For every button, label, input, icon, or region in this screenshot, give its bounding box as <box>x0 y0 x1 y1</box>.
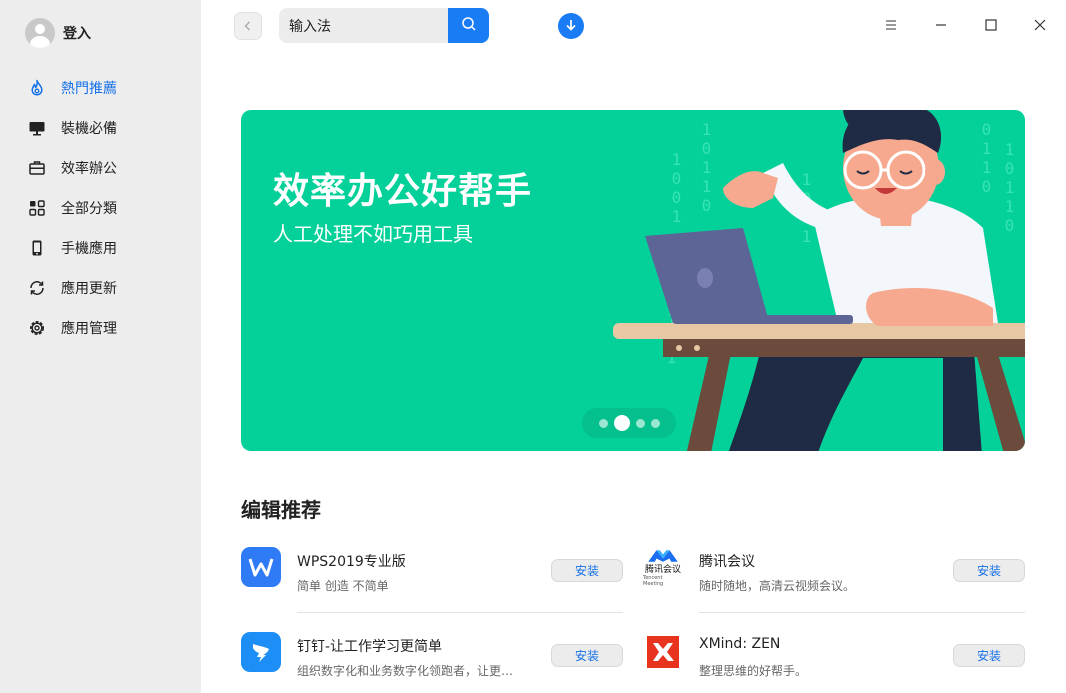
app-name[interactable]: 腾讯会议 <box>699 551 755 571</box>
install-button[interactable]: 安装 <box>551 559 623 582</box>
briefcase-icon <box>27 158 47 178</box>
flame-icon <box>27 78 47 98</box>
sidebar-item-office[interactable]: 效率辦公 <box>0 148 201 188</box>
download-arrow-icon <box>564 17 578 36</box>
sidebar-item-mobile[interactable]: 手機應用 <box>0 228 201 268</box>
minimize-button[interactable] <box>929 14 953 38</box>
hamburger-icon <box>884 17 898 36</box>
app-store-window: 登入 熱門推薦 裝機必備 效率辦公 全部分類 手機應用 應用更新 應用管理 输入… <box>0 0 1066 693</box>
close-button[interactable] <box>1028 14 1052 38</box>
search-box <box>279 8 489 43</box>
carousel-dot[interactable] <box>635 418 645 428</box>
office-worker-illustration <box>613 110 1025 451</box>
wps-icon[interactable] <box>241 547 281 587</box>
sidebar-item-label: 應用管理 <box>61 321 117 337</box>
grid-icon <box>27 198 47 218</box>
sidebar-item-label: 手機應用 <box>61 241 117 257</box>
sidebar-item-label: 全部分類 <box>61 201 117 217</box>
xmind-icon[interactable] <box>643 632 683 672</box>
search-icon <box>461 16 477 36</box>
app-name[interactable]: 钉钉-让工作学习更简单 <box>297 636 442 656</box>
close-icon <box>1033 17 1047 36</box>
install-button[interactable]: 安装 <box>953 644 1025 667</box>
app-card-tencent-meeting[interactable]: 腾讯会议 Tencent Meeting 腾讯会议 随时随地，高清云视频会议。 … <box>643 547 1027 627</box>
app-description: 组织数字化和业务数字化领跑者，让更… <box>297 664 514 678</box>
carousel-dot-active[interactable] <box>613 415 630 431</box>
app-card-xmind[interactable]: XMind: ZEN 整理思维的好帮手。 安装 <box>643 632 1027 693</box>
dingtalk-icon[interactable] <box>241 632 281 672</box>
phone-icon <box>27 238 47 258</box>
carousel-dot[interactable] <box>598 418 608 428</box>
divider <box>699 612 1025 613</box>
carousel-dot[interactable] <box>650 418 660 428</box>
avatar[interactable] <box>25 18 55 48</box>
section-title: 编辑推荐 <box>241 498 321 522</box>
sidebar-nav: 熱門推薦 裝機必備 效率辦公 全部分類 手機應用 應用更新 應用管理 <box>0 68 201 348</box>
sidebar-item-manage[interactable]: 應用管理 <box>0 308 201 348</box>
sidebar-item-essentials[interactable]: 裝機必備 <box>0 108 201 148</box>
install-button[interactable]: 安装 <box>551 644 623 667</box>
settings-icon <box>27 318 47 338</box>
sidebar-item-label: 應用更新 <box>61 281 117 297</box>
search-button[interactable] <box>448 8 489 43</box>
tencent-logo-subtext: Tencent Meeting <box>643 575 664 587</box>
maximize-icon <box>984 17 998 36</box>
banner-title: 效率办公好帮手 <box>273 171 533 212</box>
downloads-button[interactable] <box>558 13 584 39</box>
back-button[interactable] <box>234 12 262 40</box>
carousel-indicator <box>582 408 676 438</box>
tencent-meeting-icon[interactable]: 腾讯会议 Tencent Meeting <box>643 547 683 587</box>
sidebar: 登入 熱門推薦 裝機必備 效率辦公 全部分類 手機應用 應用更新 應用管理 <box>0 0 201 693</box>
app-description: 简单 创造 不简单 <box>297 579 389 593</box>
app-card-wps[interactable]: WPS2019专业版 简单 创造 不简单 安装 <box>241 547 625 627</box>
user-login[interactable]: 登入 <box>25 18 91 48</box>
sidebar-item-hot[interactable]: 熱門推薦 <box>0 68 201 108</box>
banner-subtitle: 人工处理不如巧用工具 <box>273 222 473 246</box>
app-card-dingtalk[interactable]: 钉钉-让工作学习更简单 组织数字化和业务数字化领跑者，让更… 安装 <box>241 632 625 693</box>
chevron-left-icon <box>242 17 254 36</box>
minimize-icon <box>934 17 948 36</box>
install-button[interactable]: 安装 <box>953 559 1025 582</box>
app-name[interactable]: XMind: ZEN <box>699 636 780 652</box>
sidebar-item-label: 效率辦公 <box>61 161 117 177</box>
sidebar-item-label: 裝機必備 <box>61 121 117 137</box>
menu-button[interactable] <box>879 14 903 38</box>
divider <box>297 612 623 613</box>
maximize-button[interactable] <box>979 14 1003 38</box>
monitor-icon <box>27 118 47 138</box>
login-label[interactable]: 登入 <box>63 23 91 43</box>
title-bar <box>201 0 1066 52</box>
app-description: 整理思维的好帮手。 <box>699 664 808 678</box>
refresh-icon <box>27 278 47 298</box>
app-name[interactable]: WPS2019专业版 <box>297 551 406 571</box>
sidebar-item-updates[interactable]: 應用更新 <box>0 268 201 308</box>
promo-banner[interactable]: 1001 10110 1001 0110 10110 101 效率办公好帮手 人… <box>241 110 1025 451</box>
sidebar-item-label: 熱門推薦 <box>61 81 117 97</box>
app-description: 随时随地，高清云视频会议。 <box>699 579 856 593</box>
tencent-logo-text: 腾讯会议 <box>644 565 681 575</box>
sidebar-item-categories[interactable]: 全部分類 <box>0 188 201 228</box>
